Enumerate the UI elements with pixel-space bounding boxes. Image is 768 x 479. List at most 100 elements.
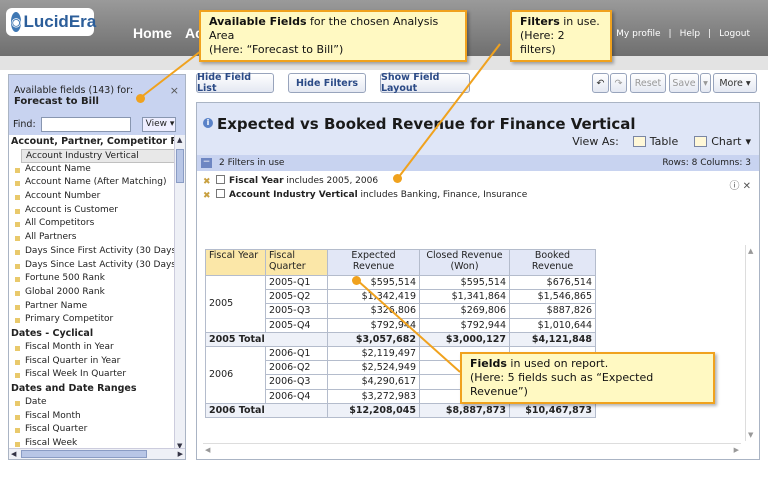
field-item[interactable]: Fiscal Month in Year	[9, 341, 175, 355]
field-item[interactable]: Fiscal Week In Quarter	[9, 368, 175, 382]
column-header[interactable]: Booked Revenue	[509, 249, 596, 276]
report-horizontal-scrollbar[interactable]: ◀ ▶	[203, 443, 741, 455]
view-dropdown[interactable]: View ▾	[141, 116, 176, 132]
field-item[interactable]: Primary Competitor	[9, 313, 175, 327]
logout-link[interactable]: Logout	[719, 29, 750, 39]
field-item[interactable]: Days Since Last Activity (30 Days	[9, 259, 175, 273]
field-group-header[interactable]: Dates - Cyclical	[9, 327, 175, 341]
column-header[interactable]: Closed Revenue (Won)	[419, 249, 510, 276]
filter-condition: includes Banking, Finance, Insurance	[357, 190, 528, 200]
edit-icon[interactable]	[216, 189, 225, 198]
fiscal-quarter-cell: 2005-Q3	[265, 303, 328, 319]
field-item[interactable]: Account Name (After Matching)	[9, 176, 175, 190]
scroll-thumb[interactable]	[21, 450, 147, 458]
find-row: Find: View ▾	[9, 113, 185, 135]
field-item[interactable]: Fiscal Month	[9, 410, 175, 424]
field-group-header[interactable]: Account, Partner, Competitor Fie	[9, 135, 175, 149]
callout-text: (Here: 5 fields such as “Expected Revenu…	[470, 371, 654, 398]
callout-available-fields: Available Fields for the chosen Analysis…	[199, 10, 467, 62]
value-cell: $1,342,419	[327, 289, 420, 305]
filter-remove-icon[interactable]: ✖	[203, 177, 212, 187]
field-item[interactable]: Fortune 500 Rank	[9, 272, 175, 286]
total-value-cell: $3,000,127	[419, 331, 510, 347]
help-link[interactable]: Help	[680, 29, 701, 39]
column-header[interactable]: Fiscal Year	[205, 249, 266, 276]
edit-icon[interactable]	[216, 175, 225, 184]
total-label-cell: 2006 Total	[205, 402, 328, 418]
my-profile-link[interactable]: My profile	[616, 29, 660, 39]
scroll-right-icon[interactable]: ▶	[178, 450, 183, 458]
collapse-filters-icon[interactable]: −	[201, 158, 212, 168]
field-list-horizontal-scrollbar[interactable]: ◀ ▶	[9, 448, 185, 459]
find-label: Find:	[13, 118, 36, 130]
table-icon[interactable]	[632, 136, 646, 147]
callout-pointer-dot	[352, 276, 361, 285]
field-item[interactable]: Fiscal Quarter in Year	[9, 355, 175, 369]
filter-condition: includes 2005, 2006	[283, 176, 379, 186]
hide-field-list-button[interactable]: Hide Field List	[196, 72, 274, 94]
total-value-cell: $10,467,873	[509, 402, 596, 418]
scroll-left-icon[interactable]: ◀	[205, 446, 210, 454]
value-cell: $792,944	[419, 317, 510, 333]
total-row: 2005 Total $3,057,682 $3,000,127 $4,121,848	[205, 331, 596, 347]
hide-filters-button[interactable]: Hide Filters	[288, 73, 366, 93]
column-header[interactable]: Expected Revenue	[327, 249, 420, 276]
info-icon[interactable]: i	[203, 118, 213, 128]
value-cell: $269,806	[419, 303, 510, 319]
field-item[interactable]: Partner Name	[9, 300, 175, 314]
field-item[interactable]: Account Number	[9, 190, 175, 204]
value-cell: $1,010,644	[509, 317, 596, 333]
field-item[interactable]: All Partners	[9, 231, 175, 245]
find-input[interactable]	[40, 116, 131, 132]
field-item[interactable]: Fiscal Quarter	[9, 423, 175, 437]
top-links: My profile | Help | Logout	[612, 29, 754, 39]
callout-filters: Filters in use. (Here: 2 filters)	[510, 10, 612, 62]
nav-home[interactable]: Home	[133, 25, 172, 41]
scroll-up-icon[interactable]: ▲	[177, 136, 182, 144]
filter-row: ✖ Account Industry Vertical includes Bank…	[203, 189, 528, 201]
report-panel: i Expected vs Booked Revenue for Finance…	[196, 102, 760, 460]
field-item[interactable]: Account is Customer	[9, 204, 175, 218]
redo-icon[interactable]: ↷	[610, 73, 627, 93]
close-icon[interactable]: ×	[170, 84, 179, 97]
scroll-thumb[interactable]	[176, 149, 184, 183]
save-button[interactable]: Save	[669, 73, 699, 93]
filter-remove-icon[interactable]: ✖	[203, 191, 212, 201]
filter-field[interactable]: Fiscal Year	[229, 176, 284, 186]
chevron-down-icon[interactable]: ▾	[745, 135, 751, 148]
field-item[interactable]: All Competitors	[9, 217, 175, 231]
reset-button[interactable]: Reset	[630, 73, 666, 93]
filter-field[interactable]: Account Industry Vertical	[229, 190, 358, 200]
view-as-label: View As:	[572, 135, 619, 148]
lucidera-logo[interactable]: ◉ LucidEra	[6, 8, 96, 36]
report-title-bar: i Expected vs Booked Revenue for Finance…	[197, 103, 759, 155]
field-item[interactable]: Account Industry Vertical	[21, 149, 175, 163]
total-value-cell: $8,887,873	[419, 402, 510, 418]
value-cell: $3,272,983	[327, 388, 420, 404]
undo-icon[interactable]: ↶	[592, 73, 609, 93]
filter-controls[interactable]: ⓘ ✕	[729, 177, 751, 192]
scroll-up-icon[interactable]: ▲	[748, 247, 753, 255]
more-button[interactable]: More ▾	[713, 73, 757, 93]
scroll-left-icon[interactable]: ◀	[11, 450, 16, 458]
value-cell: $4,290,617	[327, 374, 420, 390]
field-item[interactable]: Date	[9, 396, 175, 410]
total-value-cell: $12,208,045	[327, 402, 420, 418]
chart-view-option[interactable]: Chart	[711, 135, 741, 148]
scroll-right-icon[interactable]: ▶	[734, 446, 739, 454]
value-cell: $792,944	[327, 317, 420, 333]
separator: |	[708, 29, 712, 39]
table-view-option[interactable]: Table	[650, 135, 678, 148]
report-vertical-scrollbar[interactable]: ▲ ▼	[745, 245, 757, 441]
show-field-layout-button[interactable]: Show Field Layout	[380, 72, 470, 94]
scroll-down-icon[interactable]: ▼	[748, 431, 753, 439]
chart-icon[interactable]	[694, 136, 708, 147]
field-group-header[interactable]: Dates and Date Ranges	[9, 382, 175, 396]
save-dropdown-icon[interactable]: ▾	[700, 73, 711, 93]
column-header[interactable]: Fiscal Quarter	[265, 249, 328, 276]
report-title: Expected vs Booked Revenue for Finance V…	[217, 115, 636, 133]
field-list-vertical-scrollbar[interactable]: ▲ ▼	[174, 135, 185, 451]
field-item[interactable]: Global 2000 Rank	[9, 286, 175, 300]
field-item[interactable]: Days Since First Activity (30 Days	[9, 245, 175, 259]
field-item[interactable]: Account Name	[9, 163, 175, 177]
